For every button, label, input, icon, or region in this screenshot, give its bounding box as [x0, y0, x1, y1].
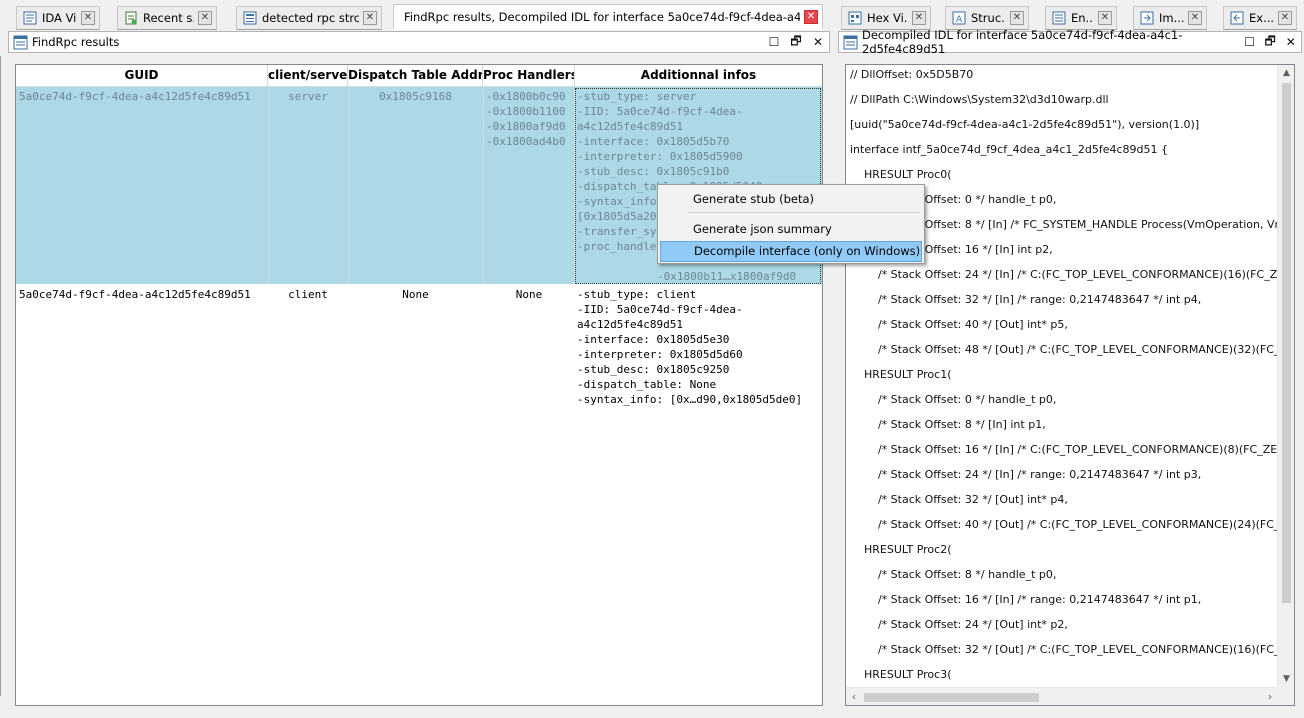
scrollbar-corner — [1277, 687, 1294, 705]
tab-imports[interactable]: Im... ✕ — [1133, 6, 1207, 30]
menu-item-generate-json-summary[interactable]: Generate json summary — [660, 219, 922, 240]
close-icon[interactable]: ✕ — [81, 11, 95, 25]
close-icon[interactable]: ✕ — [363, 11, 377, 25]
horizontal-scroll-thumb[interactable] — [864, 693, 1039, 702]
idl-line: /* Stack Offset: 0 */ handle_t p0, — [850, 393, 1057, 406]
idl-line: /* Stack Offset: 48 */ [Out] /* C:(FC_TO… — [850, 343, 1278, 356]
tab-hex-view[interactable]: Hex Vi... ✕ — [841, 6, 931, 30]
cell-role: server — [288, 90, 328, 103]
idl-line: /* Stack Offset: 40 */ [Out] int* p5, — [850, 318, 1068, 331]
idl-line: [uuid("5a0ce74d-f9cf-4dea-a4c1-2d5fe4c89… — [850, 118, 1200, 131]
imports-icon — [1140, 11, 1154, 25]
svg-text:A: A — [956, 15, 963, 25]
idl-line: // DllPath C:\Windows\System32\d3d10warp… — [850, 93, 1109, 106]
float-button[interactable]: 🗗 — [1260, 32, 1281, 53]
vertical-scroll-thumb[interactable] — [1282, 83, 1291, 603]
right-tab-strip: Hex Vi... ✕ A Struc... ✕ En... ✕ Im... ✕… — [833, 0, 1304, 30]
close-icon[interactable]: ✕ — [1278, 11, 1292, 25]
cell-dispatch: None — [402, 288, 429, 301]
context-menu: Generate stub (beta) Generate json summa… — [657, 184, 925, 264]
column-header-client-server[interactable]: client/server — [268, 65, 348, 87]
column-divider — [268, 87, 269, 284]
column-header-additional-infos[interactable]: Additionnal infos — [575, 65, 822, 87]
menu-item-generate-stub[interactable]: Generate stub (beta) — [660, 189, 922, 210]
findrpc-results-table: GUID client/server Dispatch Table Addres… — [15, 64, 823, 706]
scroll-down-icon[interactable]: ▼ — [1278, 671, 1294, 687]
column-divider — [348, 87, 349, 284]
column-header-proc-handlers[interactable]: Proc Handlers — [483, 65, 575, 87]
maximize-button[interactable]: ☐ — [1239, 35, 1260, 49]
idl-line: /* Stack Offset: 24 */ [In] /* range: 0,… — [850, 468, 1202, 481]
enums-icon — [1052, 11, 1066, 25]
idl-line: /* Stack Offset: 8 */ [In] int p1, — [850, 418, 1046, 431]
column-header-guid[interactable]: GUID — [16, 65, 268, 87]
idl-line: /* Stack Offset: 32 */ [In] /* range: 0,… — [850, 293, 1202, 306]
tab-findrpc-results[interactable]: FindRpc results, Decompiled IDL for inte… — [393, 4, 823, 30]
decompiled-idl-view[interactable]: // DllOffset: 0x5D5B70 // DllPath C:\Win… — [845, 64, 1295, 706]
menu-item-decompile-interface[interactable]: Decompile interface (only on Windows) — [660, 241, 922, 262]
structures-icon — [243, 11, 257, 25]
pane-splitter[interactable] — [830, 31, 838, 718]
table-icon — [843, 35, 858, 50]
idl-pane-header: Decompiled IDL for interface 5a0ce74d-f9… — [838, 28, 1302, 56]
table-icon — [13, 35, 28, 50]
cell-info: -stub_type: client -IID: 5a0ce74d-f9cf-4… — [577, 288, 803, 406]
idl-line: interface intf_5a0ce74d_f9cf_4dea_a4c1_2… — [850, 143, 1169, 156]
tab-exports[interactable]: Ex... ✕ — [1223, 6, 1297, 30]
close-icon[interactable]: ✕ — [1188, 11, 1202, 25]
close-icon[interactable]: ✕ — [1010, 11, 1024, 25]
cell-procs: -0x1800b0c90 -0x1800b1100 -0x1800af9d0 -… — [486, 90, 566, 148]
pane-title: FindRpc results — [32, 35, 120, 49]
hex-view-icon — [848, 11, 862, 25]
idl-line: HRESULT Proc2( — [850, 543, 952, 556]
idl-line: /* Stack Offset: 32 */ [Out] int* p4, — [850, 493, 1068, 506]
idl-line: /* Stack Offset: 16 */ [In] /* C:(FC_TOP… — [850, 443, 1278, 456]
idl-line: HRESULT Proc1( — [850, 368, 952, 381]
idl-line: /* Stack Offset: 32 */ [Out] /* C:(FC_TO… — [850, 643, 1278, 656]
float-button[interactable]: 🗗 — [785, 32, 807, 53]
tab-detected-rpc-structures[interactable]: detected rpc strcu... ✕ — [236, 6, 382, 30]
structures-icon: A — [952, 11, 966, 25]
close-icon[interactable]: ✕ — [1098, 11, 1112, 25]
cell-guid: 5a0ce74d-f9cf-4dea-a4c12d5fe4c89d51 — [19, 288, 251, 301]
maximize-button[interactable]: ☐ — [763, 35, 785, 49]
menu-separator — [688, 212, 920, 213]
tab-structures[interactable]: A Struc... ✕ — [945, 6, 1029, 30]
idl-line: /* Stack Offset: 16 */ [In] /* range: 0,… — [850, 593, 1202, 606]
left-edge — [0, 56, 3, 696]
idl-line: HRESULT Proc3( — [850, 668, 952, 681]
tab-enums[interactable]: En... ✕ — [1045, 6, 1117, 30]
scroll-right-icon[interactable]: › — [1262, 688, 1278, 705]
idl-line: /* Stack Offset: 24 */ [In] /* C:(FC_TOP… — [850, 268, 1278, 281]
ida-view-icon — [23, 11, 37, 25]
idl-line: // DllOffset: 0x5D5B70 — [850, 68, 974, 81]
close-icon[interactable]: ✕ — [198, 11, 212, 25]
close-icon[interactable]: ✕ — [912, 11, 926, 25]
close-button[interactable]: ✕ — [1280, 35, 1301, 49]
tab-ida-view[interactable]: IDA Vi... ✕ — [16, 6, 100, 30]
pane-title: Decompiled IDL for interface 5a0ce74d-f9… — [862, 28, 1183, 56]
idl-line: /* Stack Offset: 24 */ [Out] int* p2, — [850, 618, 1068, 631]
column-header-dispatch-table[interactable]: Dispatch Table Address — [348, 65, 483, 87]
column-divider — [483, 87, 484, 284]
scroll-up-icon[interactable]: ▲ — [1278, 65, 1294, 81]
vertical-scrollbar[interactable]: ▲ ▼ — [1277, 65, 1294, 687]
exports-icon — [1230, 11, 1244, 25]
tab-recent-scripts[interactable]: Recent s... ✕ — [117, 6, 217, 30]
idl-line: /* Stack Offset: 8 */ handle_t p0, — [850, 568, 1057, 581]
close-icon[interactable]: ✕ — [804, 10, 818, 24]
idl-line: /* Stack Offset: 40 */ [Out] /* C:(FC_TO… — [850, 518, 1278, 531]
left-tab-strip: IDA Vi... ✕ Recent s... ✕ detected rpc s… — [0, 0, 830, 30]
cell-dispatch: 0x1805c9168 — [379, 90, 452, 103]
findrpc-pane-header: FindRpc results ☐ 🗗 ✕ — [8, 31, 830, 53]
horizontal-scrollbar[interactable]: ‹ › — [846, 687, 1278, 705]
scroll-left-icon[interactable]: ‹ — [846, 688, 862, 705]
close-button[interactable]: ✕ — [807, 35, 829, 49]
idl-text[interactable]: // DllOffset: 0x5D5B70 // DllPath C:\Win… — [846, 65, 1278, 687]
recent-scripts-icon — [124, 11, 138, 25]
cell-procs: None — [515, 288, 543, 301]
cell-role: client — [288, 288, 328, 301]
cell-guid: 5a0ce74d-f9cf-4dea-a4c12d5fe4c89d51 — [19, 90, 251, 103]
